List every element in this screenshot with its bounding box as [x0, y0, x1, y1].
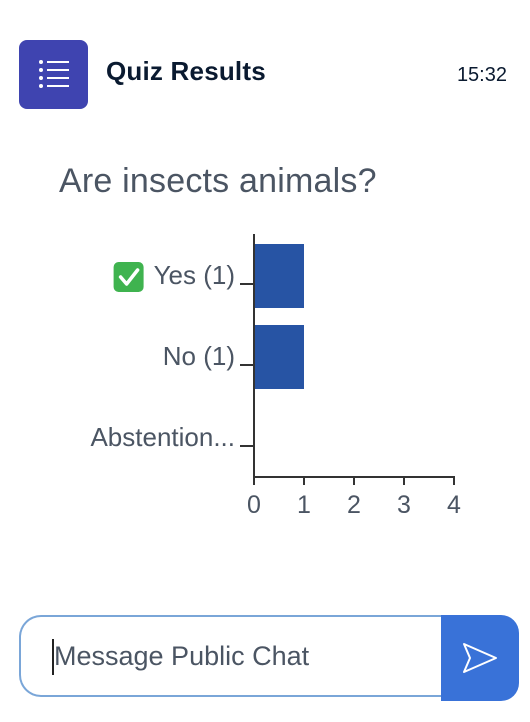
- list-icon[interactable]: [19, 40, 88, 109]
- category-label: Abstention...: [90, 422, 235, 452]
- x-tick-label: 4: [447, 491, 461, 519]
- x-tick-label: 3: [397, 491, 411, 519]
- message-input[interactable]: [19, 615, 441, 697]
- x-tick-label: 0: [247, 491, 261, 519]
- bar-1: [254, 325, 304, 389]
- x-tick-label: 2: [347, 491, 361, 519]
- message-composer: [19, 615, 519, 701]
- page-title: Quiz Results: [106, 56, 266, 86]
- text-caret: [52, 639, 54, 675]
- poll-results-chart: 0 1 2 3 4 Yes (1) No (1) Abstention...: [0, 210, 530, 530]
- send-icon: [463, 643, 497, 673]
- bar-0: [254, 244, 304, 308]
- category-label: No (1): [163, 341, 235, 371]
- x-tick-label: 1: [297, 491, 311, 519]
- poll-question: Are insects animals?: [59, 162, 377, 200]
- timestamp: 15:32: [456, 64, 507, 86]
- category-label: Yes (1): [154, 260, 235, 290]
- send-button[interactable]: [441, 615, 519, 701]
- bar-chart: 0 1 2 3 4 Yes (1) No (1) Abstention...: [90, 234, 461, 519]
- check-icon: [113, 262, 144, 292]
- header: Quiz Results 15:32: [0, 0, 530, 150]
